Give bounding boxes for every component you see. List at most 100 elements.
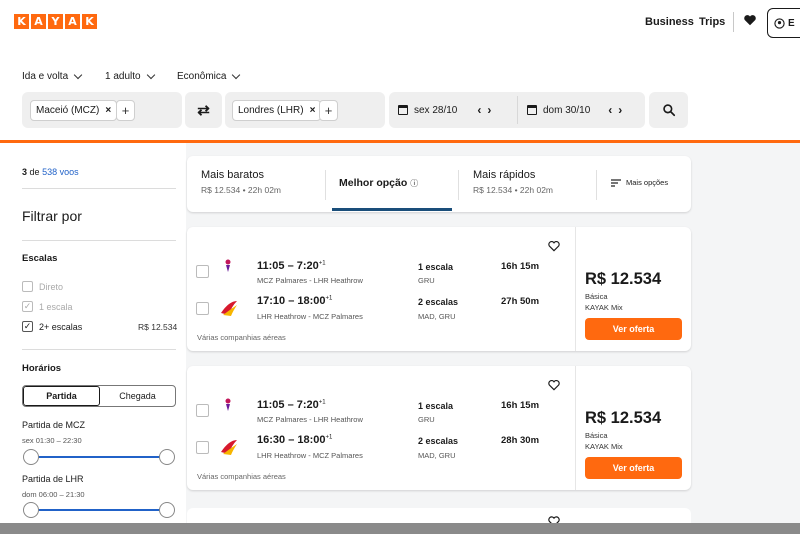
tab-cheapest[interactable]: Mais baratos R$ 12.534 • 22h 02m [187,156,327,212]
stops-filter-two-plus[interactable]: ✓ 2+ escalas [22,321,82,332]
airlines-label: Várias companhias aéreas [197,333,286,342]
leg-stops: 1 escala [418,262,454,272]
destination-value: Londres (LHR) [238,105,304,116]
price-panel: R$ 12.534 Básica KAYAK Mix Ver oferta [575,227,691,351]
result-card[interactable]: 11:05 – 7:20+1 MCZ Palmares - LHR Heathr… [187,366,691,490]
sidebar-divider [22,240,176,241]
tab-title: Melhor opção [339,177,408,189]
next-date-icon[interactable]: › [618,103,622,117]
departure-arrival-toggle[interactable]: Partida Chegada [22,385,176,407]
tab-best[interactable]: Melhor opção ⓘ [325,156,455,212]
time-slider-track [31,509,167,511]
leg-select-checkbox[interactable] [196,302,209,315]
leg-time-text: 16:30 – 18:00 [257,434,326,446]
view-deal-button[interactable]: Ver oferta [585,318,682,340]
date-divider [517,96,518,124]
leg-via: MAD, GRU [418,451,456,460]
checkbox[interactable]: ✓ [22,301,33,312]
origin-value: Maceió (MCZ) [36,105,100,116]
airline-logo-icon [225,398,231,411]
iberia-logo-icon [221,440,237,455]
leg-duration: 16h 15m [501,400,540,411]
slider-max-handle[interactable] [159,449,175,465]
search-button[interactable] [649,92,688,128]
window-bottom-bar [0,523,800,534]
save-heart-icon[interactable] [547,378,561,392]
depart-date-field[interactable]: sex 28/10 ‹ › [398,103,491,117]
prev-date-icon[interactable]: ‹ [477,103,481,117]
nav-business-link[interactable]: Business [645,16,694,28]
fare-class: Básica [585,431,608,440]
more-options-button[interactable]: Mais opções [611,178,668,187]
toggle-arrival[interactable]: Chegada [100,386,175,406]
provider: KAYAK Mix [585,303,623,312]
result-card-partial[interactable] [187,508,691,524]
stops-filter-direct[interactable]: Direto [22,281,63,292]
calendar-icon [527,105,537,115]
iberia-logo-icon [221,301,237,316]
result-card[interactable]: 11:05 – 7:20+1 MCZ Palmares - LHR Heathr… [187,227,691,351]
toggle-departure[interactable]: Partida [23,386,100,406]
more-options-label: Mais opções [626,178,669,187]
clear-destination-icon[interactable]: × [310,105,316,116]
trip-type-dropdown[interactable]: Ida e volta [22,70,83,82]
clear-origin-icon[interactable]: × [105,105,111,116]
prev-date-icon[interactable]: ‹ [608,103,612,117]
nav-trips-link[interactable]: Trips [699,16,725,28]
leg-via: MAD, GRU [418,312,456,321]
stops-filter-one-stop[interactable]: ✓ 1 escala [22,301,73,312]
result-itinerary: 11:05 – 7:20+1 MCZ Palmares - LHR Heathr… [187,227,575,351]
price-panel: R$ 12.534 Básica KAYAK Mix Ver oferta [575,366,691,490]
stops-heading: Escalas [22,253,58,264]
return-date-field[interactable]: dom 30/10 ‹ › [527,103,622,117]
sidebar-divider [22,349,176,350]
destination-chip[interactable]: Londres (LHR) × [232,100,322,121]
airlines-label: Várias companhias aéreas [197,472,286,481]
slider-min-handle[interactable] [23,502,39,518]
kayak-logo[interactable]: K A Y A K [14,14,97,29]
logo-letter: K [14,14,29,29]
leg-select-checkbox[interactable] [196,404,209,417]
times-heading: Horários [22,363,62,374]
sign-in-button[interactable]: E [767,8,800,38]
chevron-down-icon [146,70,155,79]
saved-heart-icon[interactable] [743,13,757,27]
next-day-badge: +1 [318,399,326,406]
add-destination-button[interactable]: + [319,100,338,121]
result-itinerary: 11:05 – 7:20+1 MCZ Palmares - LHR Heathr… [187,366,575,490]
leg-route: MCZ Palmares - LHR Heathrow [257,415,363,424]
stops-filter-price: R$ 12.534 [138,322,178,332]
stops-filter-label: 2+ escalas [39,321,83,332]
info-icon[interactable]: ⓘ [410,179,418,188]
time-filter-label: Partida de MCZ [22,420,86,430]
time-filter-label: Partida de LHR [22,474,84,484]
add-origin-button[interactable]: + [116,100,135,121]
return-date-value: dom 30/10 [543,104,591,116]
sidebar-divider [22,188,176,189]
tab-title: Mais baratos [201,169,264,181]
cabin-dropdown[interactable]: Econômica [177,70,241,82]
checkbox[interactable] [22,281,33,292]
tab-subtitle: R$ 12.534 • 22h 02m [201,185,282,195]
slider-max-handle[interactable] [159,502,175,518]
swap-route-button[interactable]: ⇄ [185,92,222,128]
leg-route: LHR Heathrow - MCZ Palmares [257,312,363,321]
next-date-icon[interactable]: › [487,103,491,117]
checkbox[interactable]: ✓ [22,321,33,332]
origin-chip[interactable]: Maceió (MCZ) × [30,100,118,121]
sort-tabs: Mais baratos R$ 12.534 • 22h 02m Melhor … [187,156,691,212]
save-heart-icon[interactable] [547,239,561,253]
tab-divider [458,170,459,200]
leg-select-checkbox[interactable] [196,265,209,278]
tab-fastest[interactable]: Mais rápidos R$ 12.534 • 22h 02m [459,156,599,212]
price: R$ 12.534 [585,409,662,427]
leg-time-text: 11:05 – 7:20 [257,260,319,272]
result-count-total-link[interactable]: 538 voos [42,167,79,177]
leg-select-checkbox[interactable] [196,441,209,454]
leg-route: LHR Heathrow - MCZ Palmares [257,451,363,460]
active-tab-indicator [332,208,452,211]
view-deal-button[interactable]: Ver oferta [585,457,682,479]
passengers-dropdown[interactable]: 1 adulto [105,70,155,82]
next-day-badge: +1 [325,434,333,441]
slider-min-handle[interactable] [23,449,39,465]
